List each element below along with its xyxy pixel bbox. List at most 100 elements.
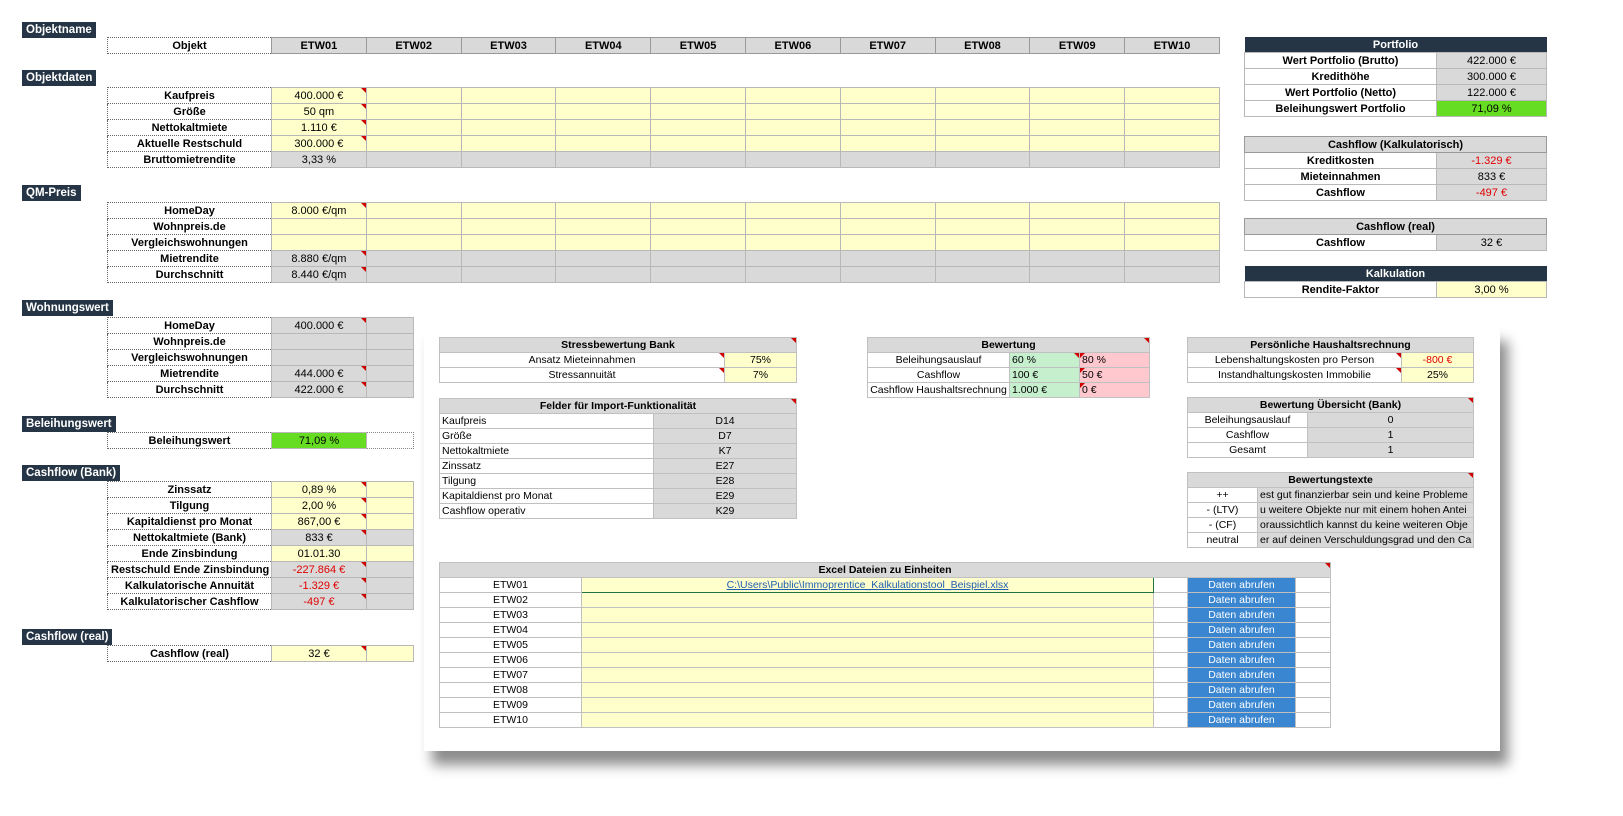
cell[interactable] (555, 103, 652, 120)
file-path-input[interactable] (581, 607, 1154, 623)
cell-kaufpreis[interactable]: 400.000 € (271, 87, 367, 104)
cell[interactable] (650, 87, 746, 104)
cell[interactable] (650, 234, 746, 251)
unit-header-etw06[interactable]: ETW06 (744, 37, 841, 54)
cell[interactable] (460, 103, 557, 120)
daten-abrufen-button[interactable]: Daten abrufen (1187, 697, 1296, 713)
cell[interactable] (744, 87, 841, 104)
cell[interactable] (366, 481, 414, 498)
cell[interactable] (650, 202, 746, 219)
cell[interactable] (744, 135, 841, 152)
unit-header-etw05[interactable]: ETW05 (650, 37, 746, 54)
daten-abrufen-button[interactable]: Daten abrufen (1187, 577, 1296, 593)
cell-ref[interactable]: K29 (653, 503, 797, 519)
cell[interactable] (934, 119, 1031, 136)
good-threshold[interactable]: 60 % (1009, 352, 1080, 368)
text-cell[interactable]: er auf deinen Verschuldungsgrad und den … (1256, 532, 1475, 548)
cell[interactable] (744, 119, 841, 136)
cell[interactable] (650, 218, 746, 235)
ansatz-mieteinnahmen-input[interactable]: 75% (723, 352, 798, 368)
cell[interactable] (744, 234, 841, 251)
cell[interactable] (460, 202, 557, 219)
cell[interactable] (934, 135, 1031, 152)
cell-ref[interactable]: K7 (653, 443, 797, 459)
unit-header-etw03[interactable]: ETW03 (460, 37, 557, 54)
file-path-input[interactable] (581, 652, 1154, 668)
cell-wohnpreis[interactable] (271, 218, 367, 235)
cell[interactable] (555, 218, 652, 235)
cell[interactable] (1029, 135, 1126, 152)
rendite-faktor-input[interactable]: 3,00 % (1435, 281, 1548, 298)
lebenshaltung-input[interactable]: -800 € (1401, 352, 1474, 368)
cell[interactable] (365, 119, 462, 136)
cell[interactable] (460, 135, 557, 152)
stressannuitaet-input[interactable]: 7% (723, 367, 798, 383)
cell-nettokaltmiete[interactable]: 1.110 € (271, 119, 367, 136)
file-path-input[interactable] (581, 667, 1154, 683)
cell[interactable] (365, 234, 462, 251)
text-cell[interactable]: est gut finanzierbar sein und keine Prob… (1256, 487, 1475, 503)
cell[interactable] (1124, 218, 1220, 235)
cell-ref[interactable]: E29 (653, 488, 797, 504)
cell[interactable] (934, 103, 1031, 120)
cell[interactable] (1029, 202, 1126, 219)
daten-abrufen-button[interactable]: Daten abrufen (1187, 712, 1296, 728)
cell-zinssatz[interactable]: 0,89 % (271, 481, 367, 498)
daten-abrufen-button[interactable]: Daten abrufen (1187, 622, 1296, 638)
file-path-input[interactable] (581, 682, 1154, 698)
daten-abrufen-button[interactable]: Daten abrufen (1187, 682, 1296, 698)
cell[interactable] (555, 87, 652, 104)
cell[interactable] (366, 513, 414, 530)
cell[interactable] (1029, 218, 1126, 235)
cell[interactable] (1029, 103, 1126, 120)
file-path-link[interactable]: C:\Users\Public\Immoprentice_Kalkulation… (727, 579, 1009, 591)
cell-restschuld[interactable]: 300.000 € (271, 135, 367, 152)
cell-ende-zinsbindung[interactable]: 01.01.30 (271, 545, 367, 562)
daten-abrufen-button[interactable]: Daten abrufen (1187, 592, 1296, 608)
cell[interactable] (839, 218, 936, 235)
file-path-input[interactable] (581, 697, 1154, 713)
cell[interactable] (460, 218, 557, 235)
cell[interactable] (1124, 202, 1220, 219)
cell[interactable] (934, 87, 1031, 104)
cell-vergleich[interactable] (271, 234, 367, 251)
cell[interactable] (839, 202, 936, 219)
cell[interactable] (934, 234, 1031, 251)
unit-header-etw04[interactable]: ETW04 (555, 37, 652, 54)
cell[interactable] (1029, 119, 1126, 136)
daten-abrufen-button[interactable]: Daten abrufen (1187, 652, 1296, 668)
cell[interactable] (1124, 119, 1220, 136)
text-cell[interactable]: u weitere Objekte nur mit einem hohen An… (1256, 502, 1475, 518)
text-cell[interactable]: oraussichtlich kannst du keine weiteren … (1256, 517, 1475, 533)
file-path-input[interactable]: C:\Users\Public\Immoprentice_Kalkulation… (581, 577, 1154, 593)
bad-threshold[interactable]: 50 € (1078, 367, 1151, 383)
unit-header-etw10[interactable]: ETW10 (1124, 37, 1220, 54)
file-path-input[interactable] (581, 637, 1154, 653)
daten-abrufen-button[interactable]: Daten abrufen (1187, 607, 1296, 623)
cell[interactable] (555, 119, 652, 136)
good-threshold[interactable]: 1.000 € (1009, 382, 1080, 398)
unit-header-etw09[interactable]: ETW09 (1029, 37, 1126, 54)
cell-ref[interactable]: D7 (653, 428, 797, 444)
bad-threshold[interactable]: 0 € (1078, 382, 1151, 398)
cell[interactable] (839, 119, 936, 136)
daten-abrufen-button[interactable]: Daten abrufen (1187, 637, 1296, 653)
cell[interactable] (839, 87, 936, 104)
cell[interactable] (366, 545, 414, 562)
cell[interactable] (839, 234, 936, 251)
cell[interactable] (1124, 103, 1220, 120)
file-path-input[interactable] (581, 592, 1154, 608)
cell[interactable] (365, 135, 462, 152)
cell[interactable] (555, 234, 652, 251)
instandhaltung-input[interactable]: 25% (1401, 367, 1474, 383)
cell[interactable] (365, 103, 462, 120)
cell[interactable] (650, 135, 746, 152)
cell-homeday[interactable]: 8.000 €/qm (271, 202, 367, 219)
cell-ref[interactable]: E28 (653, 473, 797, 489)
cell[interactable] (934, 202, 1031, 219)
cell[interactable] (1124, 135, 1220, 152)
cell[interactable] (839, 103, 936, 120)
cell[interactable] (1124, 87, 1220, 104)
unit-header-etw08[interactable]: ETW08 (934, 37, 1031, 54)
cell[interactable] (839, 135, 936, 152)
